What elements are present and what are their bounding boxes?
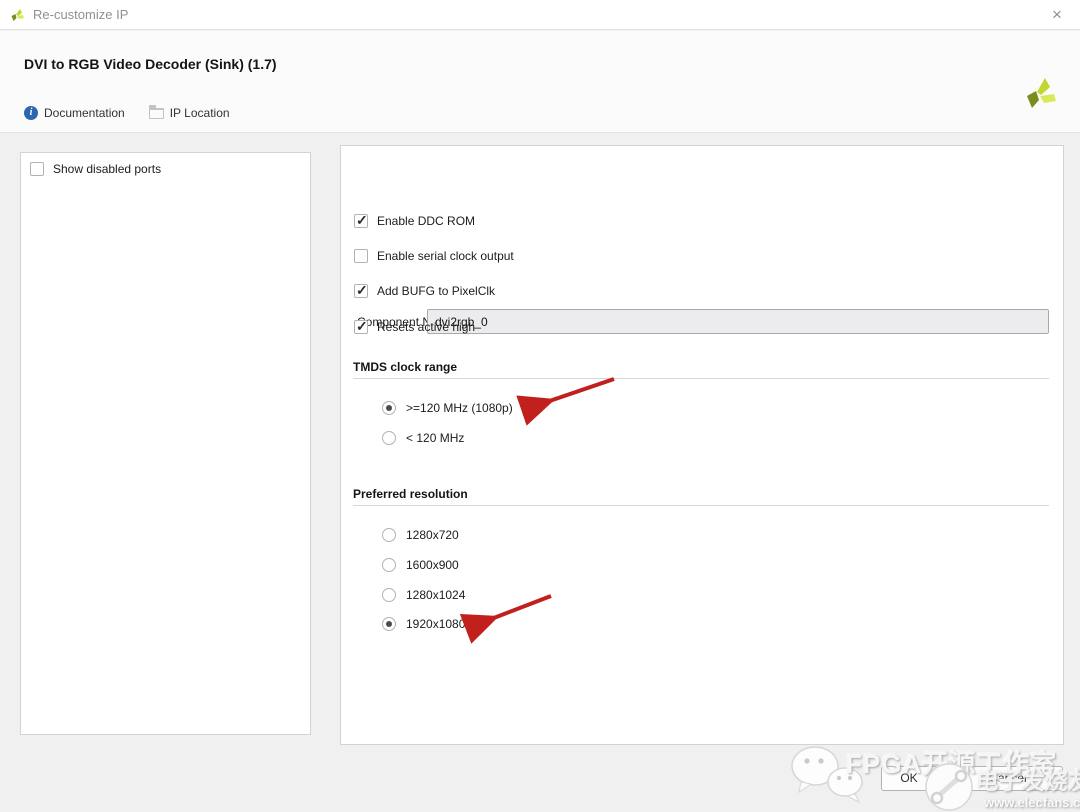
close-icon[interactable]: × — [1046, 4, 1068, 26]
radio-icon[interactable] — [382, 431, 396, 445]
folder-icon — [149, 108, 164, 119]
header-toolbar: i Documentation IP Location — [24, 106, 230, 120]
radio-icon[interactable] — [382, 617, 396, 631]
preferred-resolution-title: Preferred resolution — [353, 487, 468, 501]
documentation-button[interactable]: i Documentation — [24, 106, 125, 120]
resets-active-high-checkbox[interactable]: Resets active high — [354, 320, 475, 334]
show-disabled-ports-checkbox[interactable]: Show disabled ports — [30, 162, 161, 176]
tmds-clock-range-title: TMDS clock range — [353, 360, 457, 374]
radio-icon[interactable] — [382, 401, 396, 415]
radio-label: 1280x720 — [406, 528, 459, 542]
checkbox-label: Resets active high — [377, 320, 475, 334]
radio-icon[interactable] — [382, 588, 396, 602]
radio-label: 1600x900 — [406, 558, 459, 572]
wechat-icon — [787, 744, 869, 804]
ip-location-button[interactable]: IP Location — [149, 106, 230, 120]
radio-1280x720[interactable]: 1280x720 — [382, 528, 459, 542]
component-name-input[interactable] — [427, 309, 1049, 334]
enable-serial-clock-output-checkbox[interactable]: Enable serial clock output — [354, 249, 514, 263]
radio-under-120mhz[interactable]: < 120 MHz — [382, 431, 464, 445]
section-divider — [353, 378, 1049, 379]
window-title: Re-customize IP — [33, 7, 128, 22]
checkbox-icon[interactable] — [354, 214, 368, 228]
add-bufg-to-pixelclk-checkbox[interactable]: Add BUFG to PixelClk — [354, 284, 495, 298]
configuration-panel: Component Name Enable DDC ROM Enable ser… — [340, 145, 1064, 745]
radio-120mhz-or-more[interactable]: >=120 MHz (1080p) — [382, 401, 513, 415]
show-disabled-ports-label: Show disabled ports — [53, 162, 161, 176]
radio-icon[interactable] — [382, 558, 396, 572]
ok-button[interactable]: OK — [881, 766, 937, 791]
radio-1920x1080[interactable]: 1920x1080 — [382, 617, 465, 631]
checkbox-label: Enable DDC ROM — [377, 214, 475, 228]
ip-location-label: IP Location — [170, 106, 230, 120]
checkbox-icon[interactable] — [354, 320, 368, 334]
radio-label: 1280x1024 — [406, 588, 465, 602]
page-title: DVI to RGB Video Decoder (Sink) (1.7) — [24, 56, 277, 72]
titlebar: Re-customize IP × — [0, 0, 1080, 30]
checkbox-label: Enable serial clock output — [377, 249, 514, 263]
checkbox-icon[interactable] — [30, 162, 44, 176]
radio-icon[interactable] — [382, 528, 396, 542]
radio-label: >=120 MHz (1080p) — [406, 401, 513, 415]
checkbox-icon[interactable] — [354, 284, 368, 298]
recustomize-ip-dialog: Re-customize IP × DVI to RGB Video Decod… — [0, 0, 1080, 812]
documentation-label: Documentation — [44, 106, 125, 120]
dialog-header: DVI to RGB Video Decoder (Sink) (1.7) i … — [0, 31, 1080, 133]
enable-ddc-rom-checkbox[interactable]: Enable DDC ROM — [354, 214, 475, 228]
radio-1600x900[interactable]: 1600x900 — [382, 558, 459, 572]
watermark-url-text: www.elecfans.com — [984, 795, 1080, 810]
radio-label: 1920x1080 — [406, 617, 465, 631]
checkbox-label: Add BUFG to PixelClk — [377, 284, 495, 298]
radio-label: < 120 MHz — [406, 431, 464, 445]
cancel-button[interactable]: Cancel — [953, 766, 1063, 791]
section-divider — [353, 505, 1049, 506]
radio-1280x1024[interactable]: 1280x1024 — [382, 588, 465, 602]
block-preview-panel: Show disabled ports — [20, 152, 311, 735]
vendor-logo — [1022, 75, 1058, 113]
app-logo-icon — [9, 7, 25, 23]
checkbox-icon[interactable] — [354, 249, 368, 263]
info-icon: i — [24, 106, 38, 120]
